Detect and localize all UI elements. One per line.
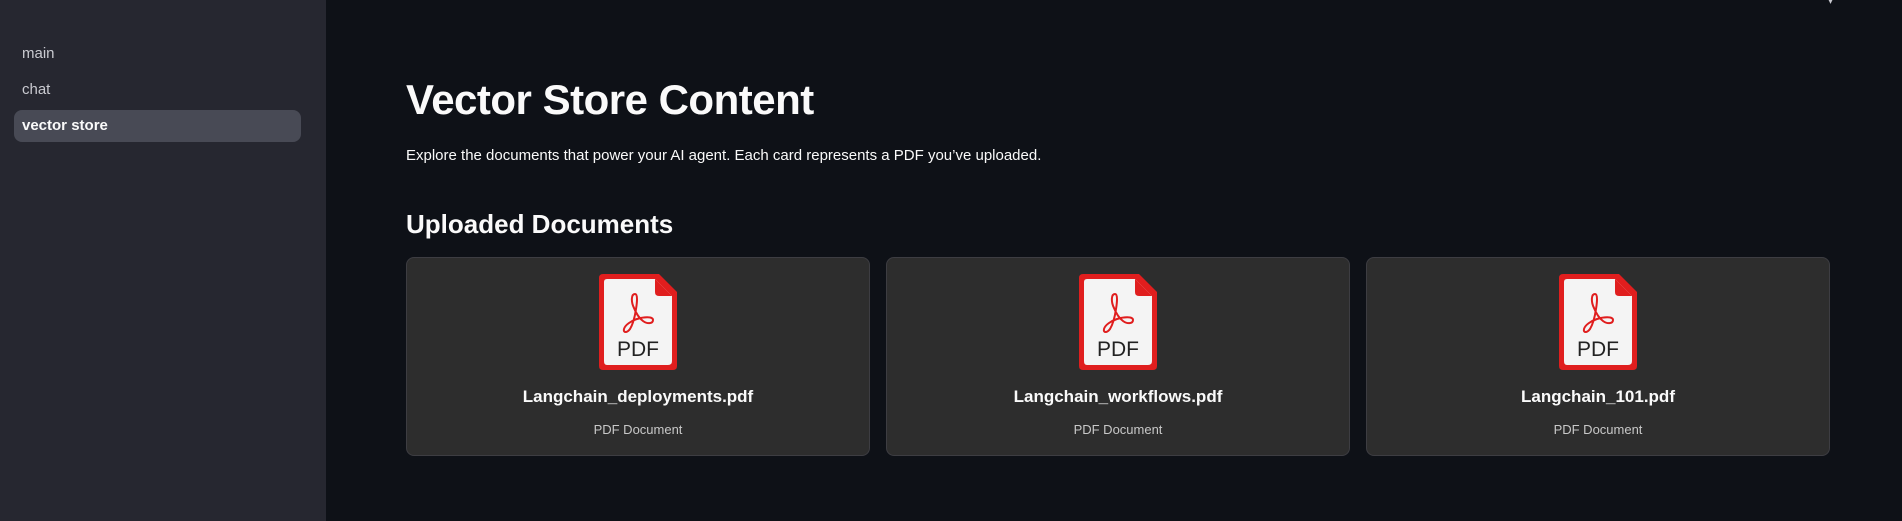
sidebar-nav: main chat vector store [14,38,301,146]
pdf-file-icon: PDF [1079,274,1157,370]
document-card[interactable]: PDF Langchain_deployments.pdf PDF Docume… [406,257,870,456]
sidebar: main chat vector store [0,0,326,521]
menu-icon-partial[interactable]: ▾ [1828,0,1840,7]
document-cards: PDF Langchain_deployments.pdf PDF Docume… [406,257,1830,457]
page-description: Explore the documents that power your AI… [406,147,1042,164]
document-name: Langchain_101.pdf [1521,387,1675,406]
page-title: Vector Store Content [406,76,814,123]
pdf-file-icon: PDF [599,274,677,370]
pdf-file-icon: PDF [1559,274,1637,370]
sidebar-item-vector-store[interactable]: vector store [14,110,301,142]
document-card[interactable]: PDF Langchain_101.pdf PDF Document [1366,257,1830,456]
section-title: Uploaded Documents [406,209,674,239]
svg-text:PDF: PDF [617,338,659,361]
app: main chat vector store Vector Store Cont… [0,0,1902,521]
document-type: PDF Document [1073,422,1163,437]
document-card[interactable]: PDF Langchain_workflows.pdf PDF Document [886,257,1350,456]
document-type: PDF Document [1553,422,1643,437]
svg-text:PDF: PDF [1577,338,1619,361]
svg-text:PDF: PDF [1097,338,1139,361]
sidebar-item-main[interactable]: main [14,38,301,70]
document-name: Langchain_deployments.pdf [522,387,754,406]
document-name: Langchain_workflows.pdf [1013,387,1223,406]
document-type: PDF Document [593,422,683,437]
sidebar-item-chat[interactable]: chat [14,74,301,106]
main-content: Vector Store Content Explore the documen… [326,0,1902,521]
